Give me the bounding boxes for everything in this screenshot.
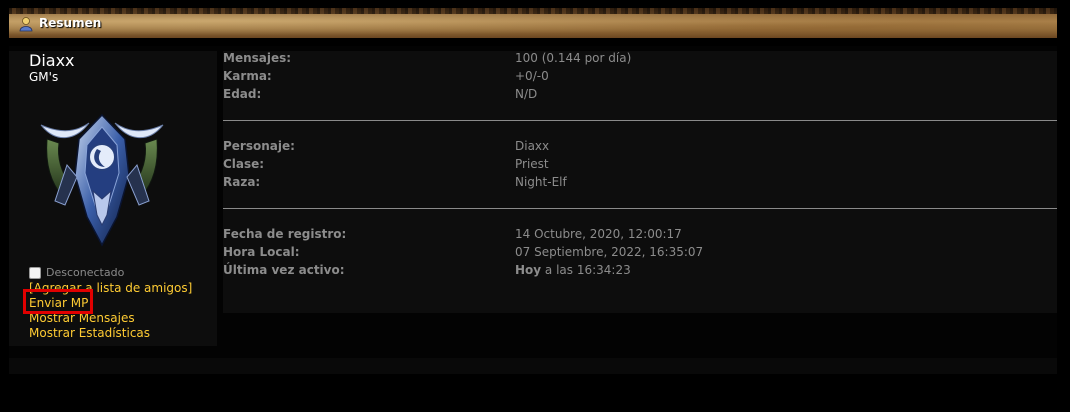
user-icon xyxy=(19,17,33,32)
character-label: Personaje: xyxy=(223,139,295,153)
avatar xyxy=(40,113,164,247)
last-active-label: Última vez activo: xyxy=(223,263,345,277)
divider xyxy=(223,120,1057,121)
messages-label: Mensajes: xyxy=(223,51,292,65)
messages-value: 100 (0.144 por día) xyxy=(515,51,632,65)
show-stats-link[interactable]: Mostrar Estadísticas xyxy=(29,326,150,340)
age-value: N/D xyxy=(515,87,538,101)
profile-group: GM's xyxy=(29,70,59,84)
class-label: Clase: xyxy=(223,157,265,171)
profile-details: Mensajes: 100 (0.144 por día) Karma: +0/… xyxy=(223,51,1057,313)
local-time-value: 07 Septiembre, 2022, 16:35:07 xyxy=(515,245,704,259)
profile-username: Diaxx xyxy=(29,51,75,70)
registered-label: Fecha de registro: xyxy=(223,227,347,241)
last-active-value: Hoy a las 16:34:23 xyxy=(515,263,631,277)
section-header: Resumen xyxy=(9,8,1057,38)
send-pm-highlight xyxy=(23,289,93,314)
footer-strip xyxy=(9,358,1057,374)
header-texture xyxy=(9,8,1057,14)
section-title: Resumen xyxy=(39,16,102,30)
status-text: Desconectado xyxy=(46,266,125,279)
last-active-day: Hoy xyxy=(515,263,542,277)
karma-label: Karma: xyxy=(223,69,272,83)
offline-status-icon xyxy=(29,266,41,279)
local-time-label: Hora Local: xyxy=(223,245,300,259)
class-value: Priest xyxy=(515,157,549,171)
race-value: Night-Elf xyxy=(515,175,567,189)
character-value: Diaxx xyxy=(515,139,550,153)
last-active-time: a las 16:34:23 xyxy=(541,263,631,277)
divider xyxy=(223,208,1057,209)
race-label: Raza: xyxy=(223,175,261,189)
age-label: Edad: xyxy=(223,87,262,101)
profile-sidebar: Diaxx GM's Desconectado [Agregar a lista… xyxy=(9,51,217,346)
karma-value: +0/-0 xyxy=(515,69,549,83)
online-status: Desconectado xyxy=(29,266,124,279)
registered-value: 14 Octubre, 2020, 12:00:17 xyxy=(515,227,682,241)
